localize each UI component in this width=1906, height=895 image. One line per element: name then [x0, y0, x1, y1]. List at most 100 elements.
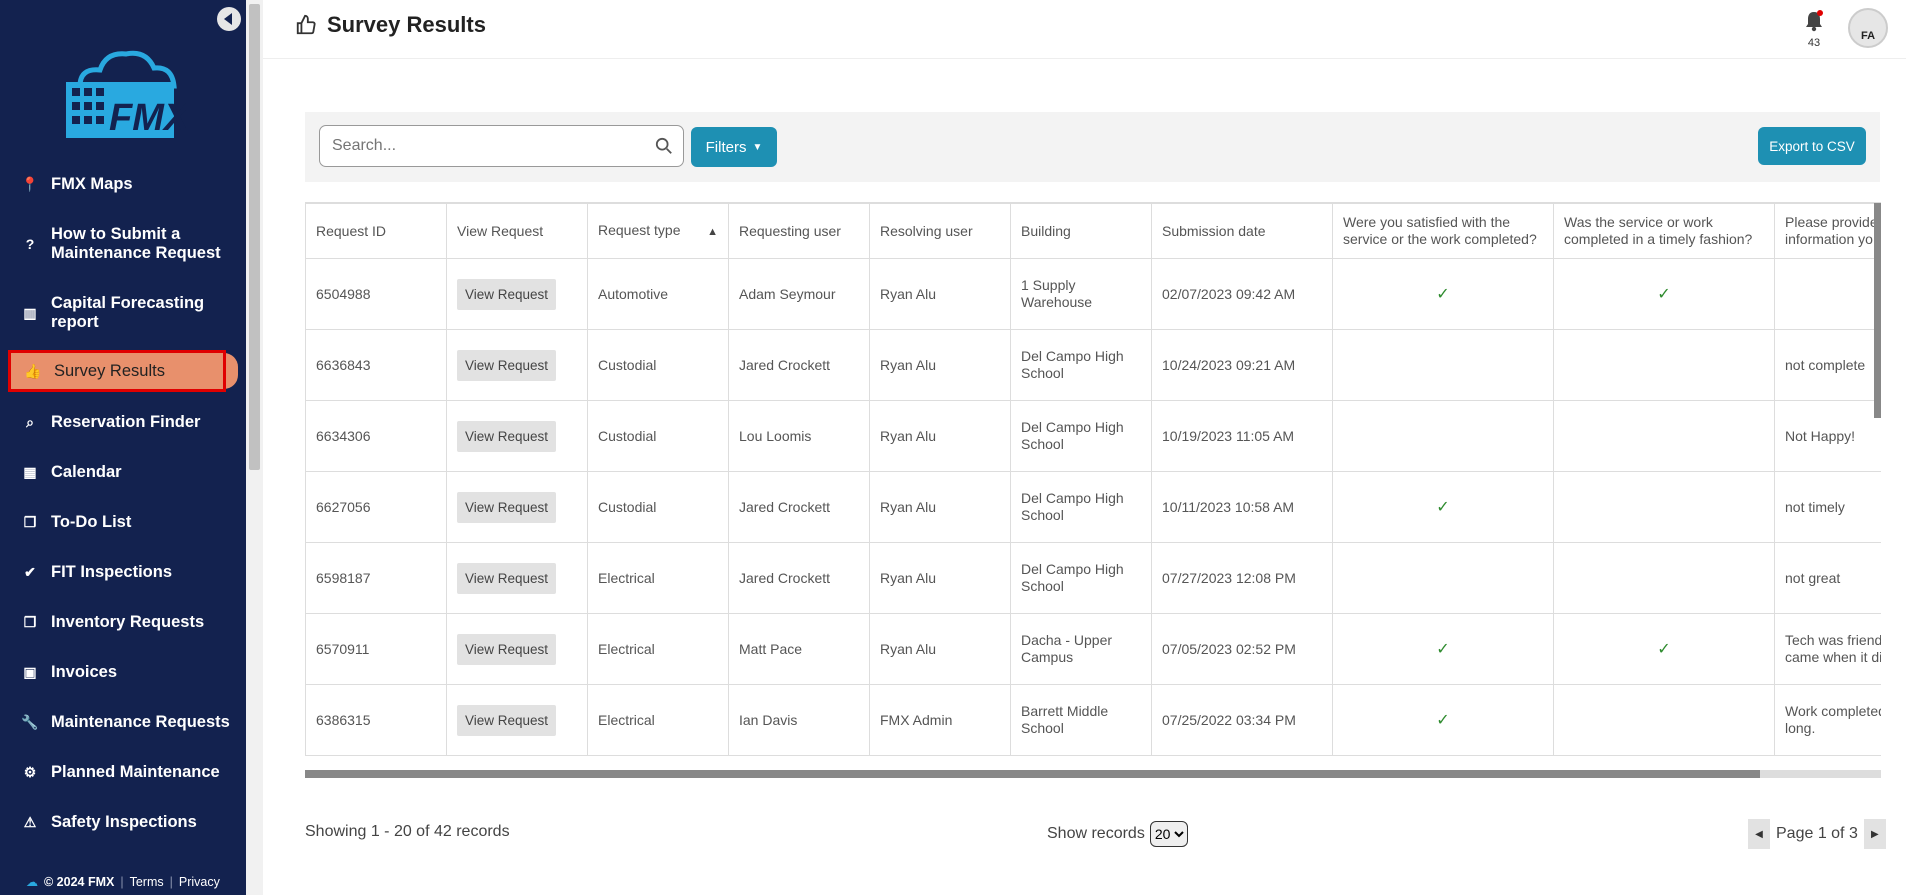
request-id-cell: 6386315: [305, 684, 447, 756]
request-type-cell: Electrical: [587, 684, 729, 756]
sidebar-item-inventory-requests[interactable]: ❐ Inventory Requests: [0, 612, 246, 632]
requesting-user-cell: Jared Crockett: [728, 471, 870, 543]
column-header-view-request: View Request: [446, 203, 588, 259]
sidebar-item-reservation-finder[interactable]: ⌕ Reservation Finder: [0, 412, 246, 432]
column-header-resolving-user[interactable]: Resolving user: [869, 203, 1011, 259]
sidebar-item-survey-results[interactable]: 👍 Survey Results: [8, 350, 226, 392]
view-request-button[interactable]: View Request: [457, 420, 557, 452]
notification-count: 43: [1807, 37, 1821, 49]
building-cell: Del Campo High School: [1010, 542, 1152, 614]
view-request-button[interactable]: View Request: [457, 349, 557, 381]
sidebar-item-fmx-maps[interactable]: 📍 FMX Maps: [0, 174, 246, 194]
timely-cell: [1553, 542, 1775, 614]
column-header-requesting-user[interactable]: Requesting user: [728, 203, 870, 259]
view-request-cell: View Request: [446, 329, 588, 401]
sidebar-item-capital-forecasting[interactable]: ▥ Capital Forecasting report: [0, 294, 246, 332]
satisfied-cell: ✓: [1332, 684, 1554, 756]
satisfied-cell: ✓: [1332, 613, 1554, 685]
copy-icon: ❐: [23, 513, 37, 530]
sidebar-scrollbar-thumb[interactable]: [249, 4, 260, 470]
search-box: [319, 125, 684, 167]
show-records-select[interactable]: 20: [1149, 821, 1188, 847]
previous-page-icon[interactable]: ◀: [1748, 819, 1770, 849]
request-type-cell: Custodial: [587, 329, 729, 401]
privacy-link[interactable]: Privacy: [179, 875, 220, 889]
sidebar-item-todo-list[interactable]: ❐ To-Do List: [0, 512, 246, 532]
user-avatar[interactable]: FA: [1848, 8, 1888, 48]
request-type-cell: Electrical: [587, 542, 729, 614]
sidebar-footer: ☁ © 2024 FMX | Terms | Privacy: [26, 874, 220, 889]
sidebar-item-label: Capital Forecasting report: [51, 294, 205, 331]
notifications-button[interactable]: 43: [1800, 10, 1828, 49]
view-request-button[interactable]: View Request: [457, 491, 557, 523]
submission-date-cell: 07/27/2023 12:08 PM: [1151, 542, 1333, 614]
sidebar-item-label: Maintenance Requests: [51, 712, 230, 731]
resolving-user-cell: Ryan Alu: [869, 542, 1011, 614]
next-page-icon[interactable]: ▶: [1863, 819, 1886, 849]
comment-cell: not great: [1774, 542, 1881, 614]
collapse-sidebar-icon[interactable]: [217, 7, 241, 31]
cogs-icon: ⚙: [23, 763, 37, 780]
resolving-user-cell: Ryan Alu: [869, 400, 1011, 472]
column-header-building[interactable]: Building: [1010, 203, 1152, 259]
table-horizontal-scrollbar-thumb[interactable]: [305, 770, 1760, 778]
fmx-logo[interactable]: FMX: [62, 46, 186, 142]
building-cell: Del Campo High School: [1010, 329, 1152, 401]
view-request-button[interactable]: View Request: [457, 633, 557, 665]
sidebar-item-fit-inspections[interactable]: ✔ FIT Inspections: [0, 562, 246, 582]
bell-icon: [1806, 10, 1823, 32]
request-id-cell: 6598187: [305, 542, 447, 614]
table-vertical-scrollbar-thumb[interactable]: [1874, 203, 1881, 418]
view-request-button[interactable]: View Request: [457, 278, 557, 310]
copyright-text: © 2024 FMX: [44, 874, 115, 889]
view-request-cell: View Request: [446, 258, 588, 330]
column-header-label: Request type: [598, 221, 681, 238]
requesting-user-cell: Jared Crockett: [728, 542, 870, 614]
terms-link[interactable]: Terms: [130, 875, 164, 889]
sidebar-item-safety-inspections[interactable]: ⚠ Safety Inspections: [0, 812, 246, 832]
column-header-submission-date[interactable]: Submission date: [1151, 203, 1333, 259]
help-circle-icon: ?: [25, 235, 35, 252]
submission-date-cell: 07/05/2023 02:52 PM: [1151, 613, 1333, 685]
column-header-timely[interactable]: Was the service or work completed in a t…: [1553, 203, 1775, 259]
sidebar-item-label: Calendar: [51, 462, 122, 481]
show-records-label: Show records: [1047, 825, 1145, 842]
sidebar-item-planned-maintenance[interactable]: ⚙ Planned Maintenance: [0, 762, 246, 782]
comment-cell: not timely: [1774, 471, 1881, 543]
timely-cell: [1553, 684, 1775, 756]
logo-text: FMX: [109, 97, 186, 139]
check-icon: ✔: [24, 563, 36, 580]
view-request-button[interactable]: View Request: [457, 562, 557, 594]
active-item-indicator: [224, 353, 238, 389]
search-input[interactable]: [330, 136, 655, 156]
sidebar-item-invoices[interactable]: ▣ Invoices: [0, 662, 246, 682]
column-header-satisfied[interactable]: Were you satisfied with the service or t…: [1332, 203, 1554, 259]
view-request-cell: View Request: [446, 471, 588, 543]
column-header-request-type[interactable]: Request type ▲: [587, 203, 729, 259]
search-icon[interactable]: [655, 137, 673, 155]
export-csv-button[interactable]: Export to CSV: [1758, 127, 1866, 165]
sidebar-item-label: Invoices: [51, 662, 118, 681]
table-row: 6570911 View Request Electrical Matt Pace Ry…: [305, 613, 1881, 685]
filters-button[interactable]: Filters ▼: [691, 127, 777, 167]
column-header-request-id[interactable]: Request ID: [305, 203, 447, 259]
view-request-cell: View Request: [446, 400, 588, 472]
submission-date-cell: 10/19/2023 11:05 AM: [1151, 400, 1333, 472]
column-header-additional-info[interactable]: Please provide any additional informatio…: [1774, 203, 1881, 259]
resolving-user-cell: Ryan Alu: [869, 258, 1011, 330]
table-row: 6634306 View Request Custodial Lou Loomis Ry…: [305, 400, 1881, 472]
filters-label: Filters: [705, 138, 747, 156]
sidebar-item-maintenance-requests[interactable]: 🔧 Maintenance Requests: [0, 712, 246, 732]
sidebar-item-label: Planned Maintenance: [51, 762, 220, 781]
request-id-cell: 6504988: [305, 258, 447, 330]
request-type-cell: Custodial: [587, 400, 729, 472]
money-icon: ▣: [23, 663, 37, 680]
thumbs-up-icon: 👍: [24, 362, 42, 379]
building-cell: Barrett Middle School: [1010, 684, 1152, 756]
resolving-user-cell: Ryan Alu: [869, 613, 1011, 685]
sidebar-item-calendar[interactable]: ▦ Calendar: [0, 462, 246, 482]
sidebar-item-label: FMX Maps: [51, 174, 133, 193]
sidebar: FMX 📍 FMX Maps ? How to Submit a Mainten…: [0, 0, 246, 895]
sidebar-item-how-to-submit[interactable]: ? How to Submit a Maintenance Request: [0, 225, 246, 263]
view-request-button[interactable]: View Request: [457, 704, 557, 736]
